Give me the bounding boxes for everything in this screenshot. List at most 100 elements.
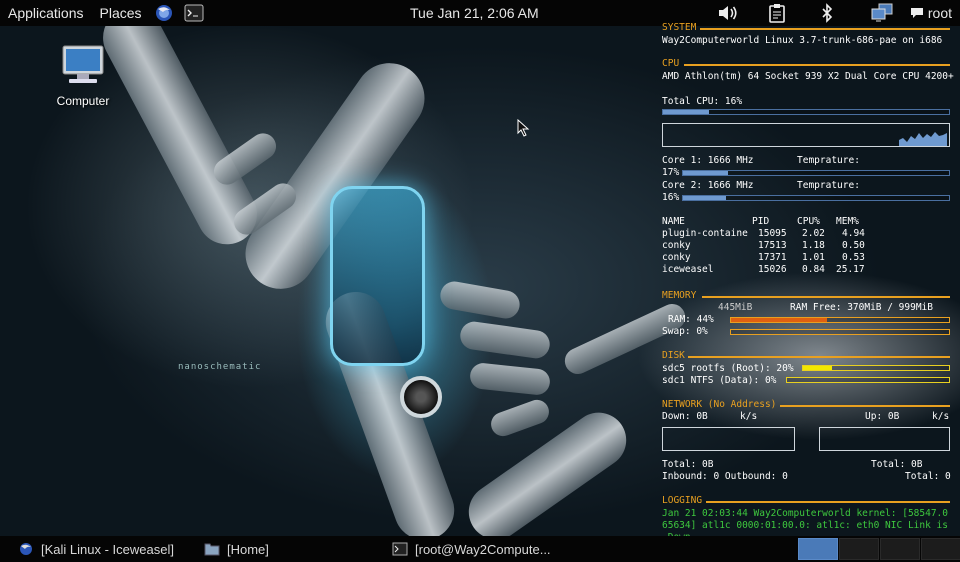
places-menu[interactable]: Places <box>92 5 150 21</box>
process-row-mem: 0.53 <box>842 252 865 263</box>
net-down-unit: k/s <box>740 411 758 422</box>
volume-icon[interactable] <box>716 0 740 26</box>
memory-section-title: MEMORY <box>662 290 697 301</box>
swap-label: Swap: 0% <box>662 326 708 337</box>
process-row-cpu: 1.01 <box>802 252 825 263</box>
net-up-unit: k/s <box>932 411 950 422</box>
process-row-name: conky <box>662 240 691 251</box>
log-line: 65634] atl1c 0000:01:00.0: atl1c: eth0 N… <box>662 520 948 531</box>
process-header-cpu: CPU% <box>797 216 820 227</box>
wallpaper-device <box>330 186 425 366</box>
disk-root-label: sdc5 rootfs (Root): 20% <box>662 363 794 374</box>
ram-free: RAM Free: 370MiB / 999MiB <box>790 302 933 313</box>
process-row-name: iceweasel <box>662 264 714 275</box>
core1-temp-label: Temprature: <box>797 155 860 166</box>
computer-icon <box>62 45 104 83</box>
core2-temp-label: Temprature: <box>797 180 860 191</box>
process-row-cpu: 1.18 <box>802 240 825 251</box>
process-header-name: NAME <box>662 216 685 227</box>
core1-label: Core 1: 1666 MHz <box>662 155 754 166</box>
folder-icon <box>204 542 220 556</box>
task-terminal[interactable]: [root@Way2Compute... <box>392 536 551 562</box>
desktop-computer-icon[interactable]: Computer <box>50 44 116 108</box>
disk-section-title: DISK <box>662 350 685 361</box>
process-row-cpu: 2.02 <box>802 228 825 239</box>
core1-bar <box>682 170 950 176</box>
applications-menu[interactable]: Applications <box>0 5 92 21</box>
ram-bar <box>730 317 950 323</box>
wallpaper-overlay-text: nanoschematic <box>178 362 262 372</box>
process-row-pid: 15095 <box>758 228 787 239</box>
process-row-pid: 15026 <box>758 264 787 275</box>
core2-percent: 16% <box>662 192 680 203</box>
process-row-mem: 4.94 <box>842 228 865 239</box>
ram-used: 445MiB <box>718 302 753 313</box>
task-iceweasel[interactable]: [Kali Linux - Iceweasel] <box>18 536 174 562</box>
cpu-model: AMD Athlon(tm) 64 Socket 939 X2 Dual Cor… <box>662 71 954 82</box>
core1-percent: 17% <box>662 167 680 178</box>
disk-section-rule <box>688 356 950 358</box>
conky-monitor: SYSTEM Way2Computerworld Linux 3.7-trunk… <box>660 22 960 543</box>
workspace-1[interactable] <box>798 538 838 560</box>
cpu-graph <box>662 123 950 147</box>
system-section-rule <box>700 28 950 30</box>
net-down-label: Down: 0B <box>662 411 708 422</box>
workspace-3[interactable] <box>880 538 920 560</box>
terminal-launcher-icon[interactable] <box>184 0 204 26</box>
logging-section-rule <box>706 501 950 503</box>
net-connections: Inbound: 0 Outbound: 0 <box>662 471 788 482</box>
net-total-down: Total: 0B <box>662 459 714 470</box>
process-header-pid: PID <box>752 216 770 227</box>
system-info: Way2Computerworld Linux 3.7-trunk-686-pa… <box>662 35 943 46</box>
process-row-mem: 0.50 <box>842 240 865 251</box>
system-tray: root <box>716 0 960 26</box>
task-label: [Kali Linux - Iceweasel] <box>41 541 174 557</box>
user-chat-icon[interactable] <box>910 0 924 26</box>
process-row-cpu: 0.84 <box>802 264 825 275</box>
net-total-connections: Total: 0 <box>905 471 951 482</box>
process-row-pid: 17371 <box>758 252 787 263</box>
process-row-mem: 25.17 <box>836 264 865 275</box>
cpu-section-title: CPU <box>662 58 680 69</box>
terminal-icon <box>392 542 408 556</box>
top-panel: Applications Places Tue Jan 21, 2:06 AM … <box>0 0 960 26</box>
panel-clock[interactable]: Tue Jan 21, 2:06 AM <box>410 0 539 26</box>
mouse-cursor-icon <box>517 119 530 137</box>
workspace-2[interactable] <box>839 538 879 560</box>
memory-section-rule <box>702 296 950 298</box>
user-menu[interactable]: root <box>928 5 952 21</box>
process-row-name: plugin-containe <box>662 228 748 239</box>
net-total-up: Total: 0B <box>871 459 923 470</box>
disk-data-bar <box>786 377 950 383</box>
clipboard-icon[interactable] <box>766 0 788 26</box>
swap-bar <box>730 329 950 335</box>
process-row-pid: 17513 <box>758 240 787 251</box>
desktop-computer-label: Computer <box>56 94 110 108</box>
iceweasel-icon <box>18 542 34 556</box>
bluetooth-icon[interactable] <box>818 0 836 26</box>
system-section-title: SYSTEM <box>662 22 697 33</box>
cpu-section-rule <box>684 64 950 66</box>
net-down-graph <box>662 427 795 451</box>
net-up-graph <box>819 427 950 451</box>
iceweasel-launcher-icon[interactable] <box>154 0 174 26</box>
task-label: [Home] <box>227 541 269 557</box>
workspace-4[interactable] <box>921 538 960 560</box>
network-section-title: NETWORK (No Address) <box>662 399 777 410</box>
net-up-label: Up: 0B <box>865 411 900 422</box>
wallpaper-lens <box>400 376 442 418</box>
logging-section-title: LOGGING <box>662 495 703 506</box>
cpu-total-label: Total CPU: 16% <box>662 96 743 107</box>
core2-label: Core 2: 1666 MHz <box>662 180 754 191</box>
network-icon[interactable] <box>870 0 894 26</box>
task-label: [root@Way2Compute... <box>415 541 551 557</box>
disk-data-label: sdc1 NTFS (Data): 0% <box>662 375 777 386</box>
process-header-mem: MEM% <box>836 216 859 227</box>
disk-root-bar <box>802 365 950 371</box>
task-home[interactable]: [Home] <box>204 536 269 562</box>
network-section-rule <box>780 405 950 407</box>
workspace-switcher <box>798 538 960 560</box>
core2-bar <box>682 195 950 201</box>
ram-label: RAM: 44% <box>668 314 714 325</box>
cpu-total-bar <box>662 109 950 115</box>
